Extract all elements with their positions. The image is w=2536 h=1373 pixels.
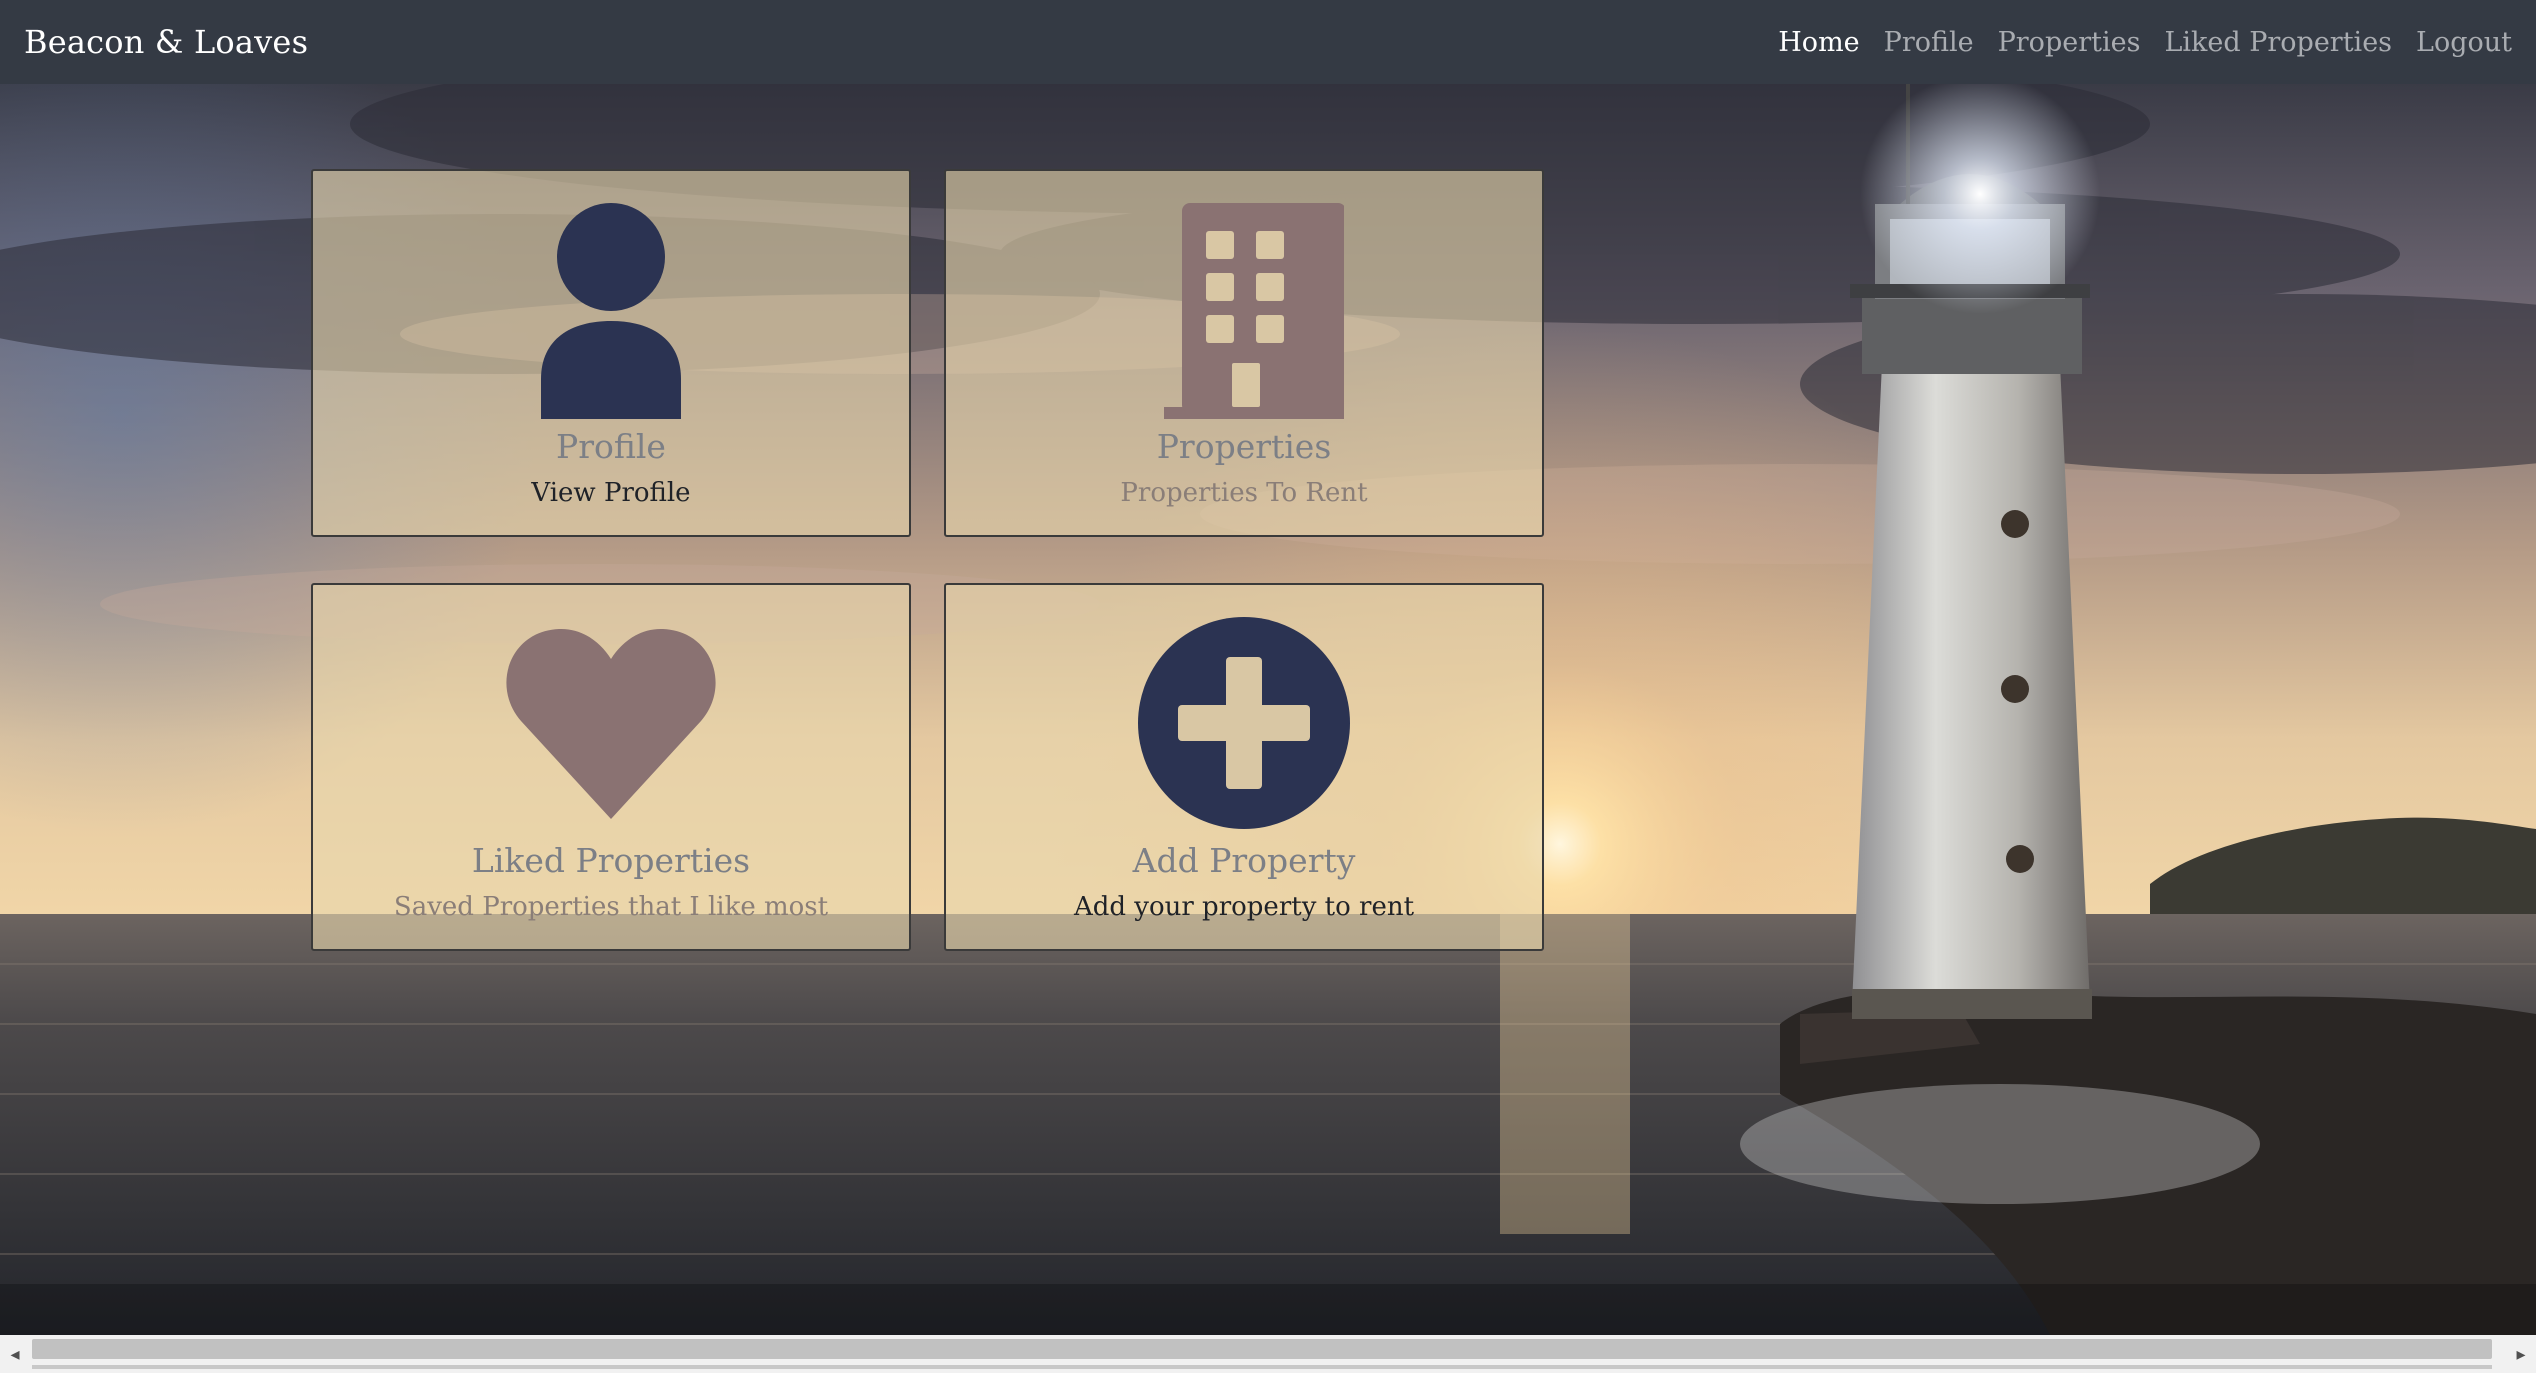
scroll-right-arrow-icon[interactable]: ▸: [2506, 1335, 2536, 1373]
profile-card-subtitle: View Profile: [531, 478, 691, 508]
plus-circle-icon: [1134, 613, 1354, 833]
liked-properties-card-title: Liked Properties: [471, 841, 751, 880]
profile-card[interactable]: Profile View Profile: [311, 169, 911, 537]
scrollbar-track: [32, 1365, 2492, 1369]
scrollbar-thumb[interactable]: [32, 1339, 2492, 1359]
properties-card[interactable]: Properties Properties To Rent: [944, 169, 1544, 537]
nav-link-properties[interactable]: Properties: [1998, 27, 2141, 58]
properties-card-title: Properties: [1156, 427, 1332, 466]
nav-link-logout[interactable]: Logout: [2416, 27, 2512, 58]
nav-link-liked-properties[interactable]: Liked Properties: [2164, 27, 2392, 58]
liked-properties-card[interactable]: Liked Properties Saved Properties that I…: [311, 583, 911, 951]
properties-card-subtitle: Properties To Rent: [1120, 478, 1368, 508]
nav-link-home[interactable]: Home: [1778, 27, 1859, 58]
heart-icon: [501, 613, 721, 833]
top-navbar: Beacon & Loaves Home Profile Properties …: [0, 0, 2536, 84]
add-property-card-subtitle: Add your property to rent: [1073, 892, 1415, 922]
horizontal-scrollbar[interactable]: ◂ ▸: [0, 1335, 2536, 1373]
add-property-card-title: Add Property: [1132, 841, 1356, 880]
brand-logo-link[interactable]: Beacon & Loaves: [24, 23, 308, 61]
building-icon: [1144, 199, 1344, 419]
nav-link-profile[interactable]: Profile: [1884, 27, 1974, 58]
user-icon: [511, 199, 711, 419]
nav-links: Home Profile Properties Liked Properties…: [1778, 27, 2512, 58]
profile-card-title: Profile: [556, 427, 666, 466]
liked-properties-card-subtitle: Saved Properties that I like most: [393, 892, 829, 922]
scroll-left-arrow-icon[interactable]: ◂: [0, 1335, 30, 1373]
add-property-card[interactable]: Add Property Add your property to rent: [944, 583, 1544, 951]
